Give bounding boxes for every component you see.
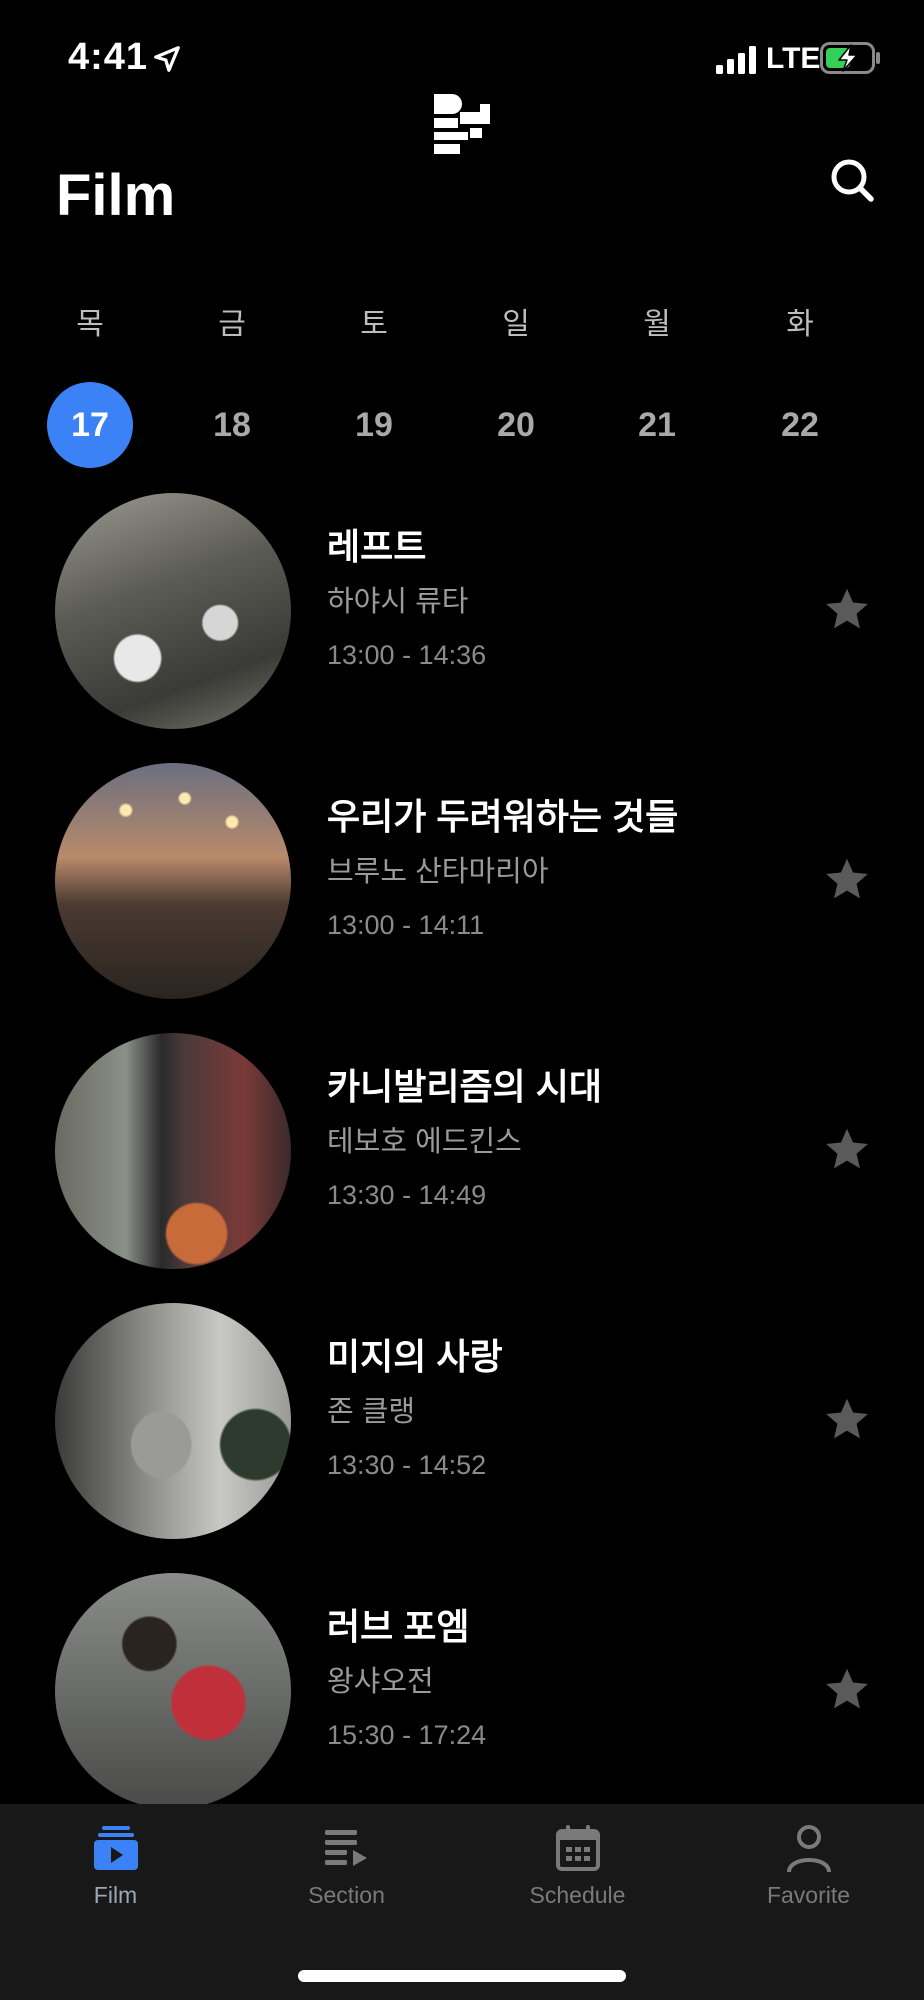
- date-item[interactable]: 월 21: [602, 300, 712, 468]
- day-number: 21: [638, 406, 676, 444]
- weekday-label: 토: [360, 308, 388, 341]
- tab-schedule[interactable]: Schedule: [462, 1822, 693, 1932]
- favorite-star-icon[interactable]: [822, 1125, 872, 1175]
- day-number: 22: [781, 406, 819, 444]
- film-showtime: 13:30 - 14:52: [327, 1450, 487, 1480]
- film-list-item[interactable]: 레프트 하야시 류타 13:00 - 14:36: [0, 490, 924, 730]
- film-title: 우리가 두려워하는 것들: [327, 796, 679, 837]
- tab-label: Film: [93, 1882, 138, 1908]
- weekday-label: 목: [76, 308, 104, 341]
- date-item[interactable]: 목 17: [35, 300, 145, 468]
- date-selector: 목 17 금 18 토 19 일 20 월 21 화 22: [0, 300, 924, 468]
- film-poster[interactable]: [55, 763, 291, 999]
- weekday-label: 일: [502, 308, 530, 341]
- film-director: 왕샤오전: [327, 1666, 434, 1698]
- film-title: 레프트: [327, 526, 427, 567]
- favorite-star-icon[interactable]: [822, 1395, 872, 1445]
- battery-charging-icon: [820, 42, 880, 74]
- favorite-star-icon[interactable]: [822, 855, 872, 905]
- film-director: 하야시 류타: [327, 586, 469, 618]
- weekday-label: 금: [218, 308, 246, 341]
- film-showtime: 13:00 - 14:11: [327, 910, 485, 940]
- search-button[interactable]: [826, 154, 880, 208]
- film-title: 러브 포엠: [327, 1606, 470, 1647]
- film-director: 존 클랭: [327, 1396, 416, 1428]
- cellular-signal-icon: [716, 46, 756, 74]
- weekday-label: 화: [786, 308, 814, 341]
- tab-film[interactable]: Film: [0, 1822, 231, 1932]
- search-icon: [831, 159, 874, 202]
- calendar-icon: [555, 1825, 600, 1871]
- film-director: 테보호 에드킨스: [327, 1126, 522, 1158]
- film-poster[interactable]: [55, 1303, 291, 1539]
- network-label: LTE: [766, 42, 821, 75]
- film-icon: [93, 1826, 138, 1870]
- day-number: 20: [497, 406, 535, 444]
- favorite-star-icon[interactable]: [822, 585, 872, 635]
- tab-label: Section: [308, 1882, 385, 1908]
- date-item[interactable]: 금 18: [177, 300, 287, 468]
- tab-section[interactable]: Section: [231, 1822, 462, 1932]
- film-showtime: 13:00 - 14:36: [327, 640, 487, 670]
- section-icon: [324, 1830, 367, 1866]
- tab-favorite[interactable]: Favorite: [693, 1822, 924, 1932]
- film-list-item[interactable]: 러브 포엠 왕샤오전 15:30 - 17:24: [0, 1570, 924, 1810]
- status-time: 4:41: [68, 36, 149, 78]
- date-item[interactable]: 화 22: [745, 300, 855, 468]
- favorite-star-icon[interactable]: [822, 1665, 872, 1715]
- date-item[interactable]: 일 20: [461, 300, 571, 468]
- film-poster[interactable]: [55, 1573, 291, 1809]
- day-number: 17: [47, 382, 133, 468]
- film-poster[interactable]: [55, 1033, 291, 1269]
- day-number: 19: [355, 406, 393, 444]
- tab-label: Schedule: [529, 1882, 626, 1908]
- day-number: 18: [213, 406, 251, 444]
- film-poster[interactable]: [55, 493, 291, 729]
- film-title: 카니발리즘의 시대: [327, 1066, 602, 1107]
- weekday-label: 월: [643, 308, 671, 341]
- home-indicator: [298, 1970, 626, 1982]
- location-arrow-icon: [154, 46, 180, 72]
- film-director: 브루노 산타마리아: [327, 856, 549, 888]
- film-list-item[interactable]: 카니발리즘의 시대 테보호 에드킨스 13:30 - 14:49: [0, 1030, 924, 1270]
- film-title: 미지의 사랑: [327, 1336, 503, 1377]
- page-title: Film: [56, 163, 176, 228]
- film-showtime: 15:30 - 17:24: [327, 1720, 487, 1750]
- film-showtime: 13:30 - 14:49: [327, 1180, 487, 1210]
- tab-label: Favorite: [766, 1882, 851, 1908]
- person-icon: [786, 1825, 831, 1873]
- date-item[interactable]: 토 19: [319, 300, 429, 468]
- film-list-item[interactable]: 우리가 두려워하는 것들 브루노 산타마리아 13:00 - 14:11: [0, 760, 924, 1000]
- film-list-item[interactable]: 미지의 사랑 존 클랭 13:30 - 14:52: [0, 1300, 924, 1540]
- festival-logo: [434, 94, 490, 154]
